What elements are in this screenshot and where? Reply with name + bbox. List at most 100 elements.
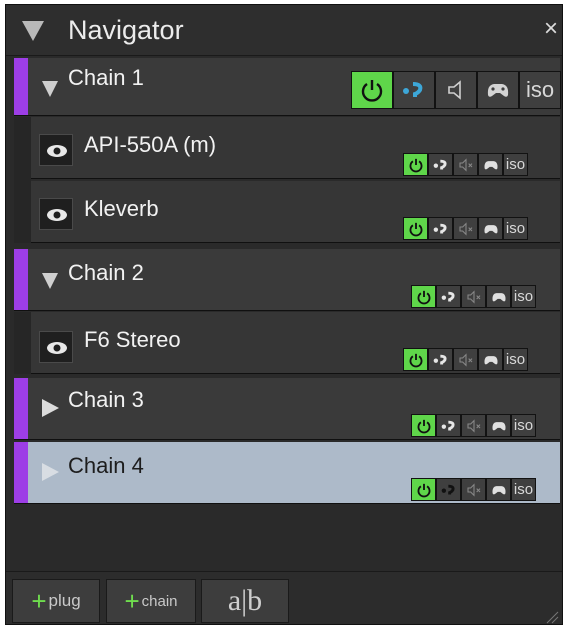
- add-plugin-button[interactable]: + plug: [12, 579, 100, 623]
- expand-triangle-icon[interactable]: [42, 81, 58, 97]
- chain-row-4[interactable]: Chain 4 iso: [14, 442, 560, 504]
- collapse-triangle-icon[interactable]: [22, 21, 44, 41]
- mute-button[interactable]: [461, 285, 486, 308]
- speaker-icon: [458, 221, 472, 236]
- ab-label: a|b: [227, 584, 263, 617]
- chain-controls: iso: [411, 285, 536, 308]
- add-chain-button[interactable]: + chain: [106, 579, 196, 623]
- sidechain-button[interactable]: [436, 414, 461, 437]
- sidechain-button[interactable]: [428, 153, 453, 176]
- plus-icon: +: [124, 585, 140, 616]
- mute-button[interactable]: [435, 71, 477, 109]
- power-icon: [417, 419, 430, 433]
- mute-button[interactable]: [453, 348, 478, 371]
- speaker-icon: [448, 80, 461, 100]
- gamepad-icon: [487, 84, 509, 97]
- speaker-icon: [458, 352, 472, 367]
- eye-button[interactable]: [39, 134, 73, 166]
- sidechain-icon: [441, 291, 455, 301]
- midi-button[interactable]: [478, 348, 503, 371]
- resize-grip-icon[interactable]: [545, 610, 559, 624]
- power-icon: [409, 353, 422, 367]
- power-button[interactable]: [403, 153, 428, 176]
- chain-label: Chain 4: [68, 453, 144, 478]
- plugin-label: F6 Stereo: [84, 327, 181, 352]
- chain-2-indent: [14, 312, 31, 374]
- sidechain-button[interactable]: [428, 217, 453, 240]
- power-button[interactable]: [403, 217, 428, 240]
- ab-compare-button[interactable]: a|b: [201, 579, 289, 623]
- iso-button[interactable]: iso: [503, 348, 528, 371]
- sidechain-icon: [441, 420, 455, 430]
- plugin-controls: iso: [403, 153, 528, 176]
- power-button[interactable]: [403, 348, 428, 371]
- chain-color-bar: [14, 249, 28, 310]
- chain-label: Chain 1: [68, 65, 144, 90]
- plugin-row-1[interactable]: API-550A (m) iso: [31, 117, 560, 179]
- sidechain-button[interactable]: [393, 71, 435, 109]
- navigator-panel: Navigator × Chain 1 iso API-550A (m) iso…: [5, 4, 563, 625]
- plugin-row-2[interactable]: Kleverb iso: [31, 181, 560, 243]
- gamepad-icon: [491, 292, 506, 301]
- mute-button[interactable]: [461, 478, 486, 501]
- midi-button[interactable]: [478, 217, 503, 240]
- iso-button[interactable]: iso: [503, 153, 528, 176]
- bottom-toolbar: + plug + chain a|b: [6, 571, 562, 624]
- chain-controls: iso: [411, 414, 536, 437]
- collapsed-triangle-icon[interactable]: [42, 463, 59, 481]
- chain-row-2[interactable]: Chain 2 iso: [14, 249, 560, 311]
- chain-label: Chain 2: [68, 260, 144, 285]
- collapsed-triangle-icon[interactable]: [42, 399, 59, 417]
- speaker-icon: [458, 157, 472, 172]
- close-icon[interactable]: ×: [544, 17, 558, 41]
- iso-button[interactable]: iso: [511, 285, 536, 308]
- eye-icon: [47, 145, 67, 157]
- sidechain-button[interactable]: [436, 478, 461, 501]
- sidechain-icon: [441, 484, 455, 494]
- speaker-icon: [466, 289, 480, 304]
- eye-button[interactable]: [39, 331, 73, 363]
- midi-button[interactable]: [478, 153, 503, 176]
- power-icon: [417, 483, 430, 497]
- midi-button[interactable]: [486, 478, 511, 501]
- gamepad-icon: [483, 160, 498, 169]
- sidechain-icon: [433, 354, 447, 364]
- mute-button[interactable]: [461, 414, 486, 437]
- chain-1-indent: [14, 117, 31, 243]
- iso-button[interactable]: iso: [511, 414, 536, 437]
- midi-button[interactable]: [477, 71, 519, 109]
- iso-button[interactable]: iso: [519, 71, 561, 109]
- plugin-controls: iso: [403, 217, 528, 240]
- chain-controls: iso: [411, 478, 536, 501]
- eye-button[interactable]: [39, 198, 73, 230]
- panel-title: Navigator: [68, 15, 184, 45]
- speaker-icon: [466, 418, 480, 433]
- iso-button[interactable]: iso: [511, 478, 536, 501]
- plugin-controls: iso: [403, 348, 528, 371]
- plugin-label: API-550A (m): [84, 132, 217, 157]
- chain-color-bar: [14, 442, 28, 503]
- sidechain-button[interactable]: [436, 285, 461, 308]
- power-button[interactable]: [411, 414, 436, 437]
- power-button[interactable]: [411, 285, 436, 308]
- power-button[interactable]: [411, 478, 436, 501]
- gamepad-icon: [483, 224, 498, 233]
- power-button[interactable]: [351, 71, 393, 109]
- chain-controls: iso: [351, 71, 561, 109]
- chain-row-1[interactable]: Chain 1 iso: [14, 58, 561, 116]
- mute-button[interactable]: [453, 217, 478, 240]
- plus-icon: +: [31, 585, 47, 616]
- power-icon: [409, 158, 422, 172]
- chain-row-3[interactable]: Chain 3 iso: [14, 378, 560, 440]
- sidechain-icon: [403, 82, 423, 97]
- midi-button[interactable]: [486, 285, 511, 308]
- title-bar: Navigator ×: [6, 5, 562, 56]
- sidechain-button[interactable]: [428, 348, 453, 371]
- midi-button[interactable]: [486, 414, 511, 437]
- mute-button[interactable]: [453, 153, 478, 176]
- chain-color-bar: [14, 378, 28, 439]
- iso-button[interactable]: iso: [503, 217, 528, 240]
- expand-triangle-icon[interactable]: [42, 273, 58, 289]
- gamepad-icon: [491, 485, 506, 494]
- plugin-row-3[interactable]: F6 Stereo iso: [31, 312, 560, 374]
